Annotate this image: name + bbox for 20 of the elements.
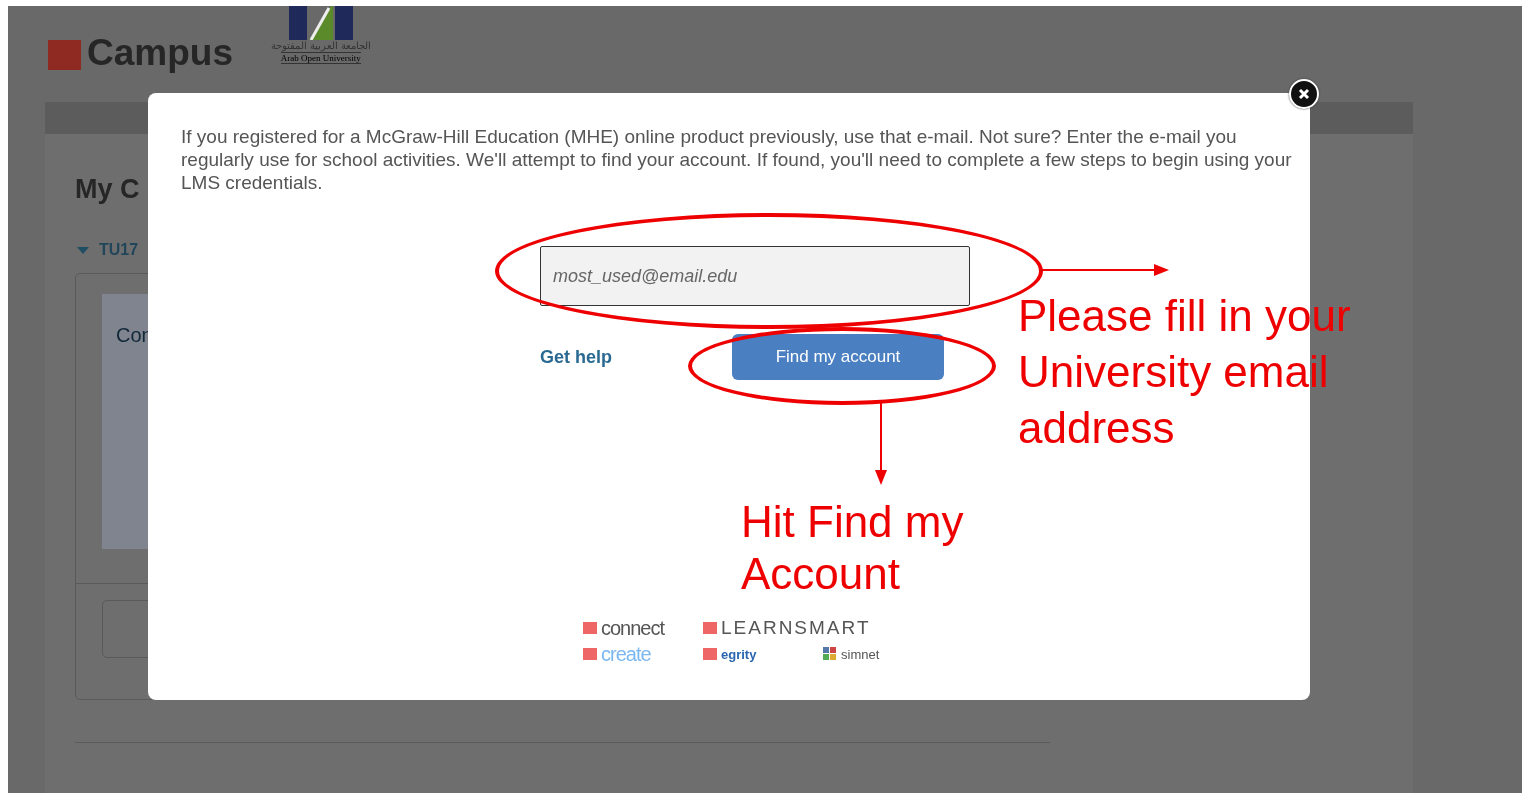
publisher-mark-icon [583,622,597,634]
publisher-mark-icon [703,622,717,634]
campus-logo-text: Campus [87,32,233,74]
publisher-logo-icon [48,40,81,70]
product-logo-text: LEARNSMART [721,617,871,639]
product-logo-text: egrity [721,646,757,662]
find-account-button[interactable]: Find my account [732,334,944,380]
publisher-mark-icon [583,648,597,660]
dialog-message: If you registered for a McGraw-Hill Education (MHE) online product previously, use that e-mail. Not sure? Enter the e-mail you regularly use for school activities. We'll attempt to find your account. If found, you'll need to complete a few steps to begin using your LMS credentials. [181,125,1293,194]
university-name: Arab Open University [280,52,361,64]
product-logo-text: create [601,642,651,666]
publisher-mark-icon [703,648,717,660]
product-logo-text: connect [601,616,665,640]
product-logo-text: simnet [841,646,880,662]
color-squares-icon [823,647,837,661]
get-help-link[interactable]: Get help [540,346,612,368]
annotation-text: Hit Find my Account [741,496,965,600]
page-heading: My C [75,174,140,205]
email-input-field[interactable]: most_used@email.edu [540,246,970,306]
close-icon[interactable] [1289,79,1319,109]
